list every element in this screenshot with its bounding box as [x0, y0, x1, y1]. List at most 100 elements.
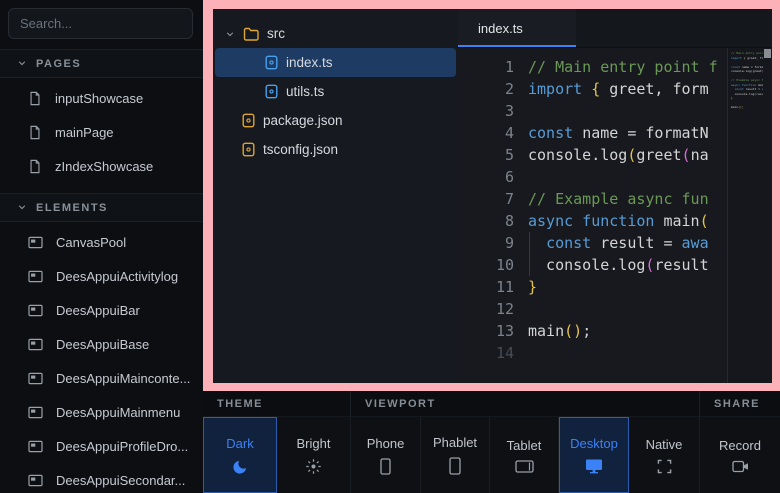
sidebar-item-deesappuiactivitylog[interactable]: DeesAppuiActivitylog [0, 259, 203, 293]
toolbar-header-row: THEMEVIEWPORTSHARE [203, 391, 780, 417]
preview-frame: srcindex.tsutils.tspackage.jsontsconfig.… [203, 0, 780, 391]
component-icon [28, 304, 43, 317]
native-button[interactable]: Native [629, 417, 700, 493]
fullscreen-icon [657, 459, 672, 474]
line-number: 6 [458, 166, 514, 188]
code-line: 10 console.log(result [458, 254, 727, 276]
bottom-toolbar: THEMEVIEWPORTSHARE DarkBrightPhonePhable… [203, 391, 780, 493]
tab-index-ts[interactable]: index.ts [458, 9, 576, 47]
code-file-icon [242, 113, 255, 128]
desktop-button[interactable]: Desktop [559, 417, 629, 493]
sidebar-item-label: DeesAppuiBase [56, 337, 149, 352]
sidebar-item-deesappuiprofiledro[interactable]: DeesAppuiProfileDro... [0, 429, 203, 463]
phone-icon [380, 458, 391, 475]
sidebar-item-inputshowcase[interactable]: inputShowcase [0, 81, 203, 115]
button-label: Phablet [433, 435, 477, 450]
section-label: ELEMENTS [36, 202, 108, 214]
sidebar-item-deesappuisecondar[interactable]: DeesAppuiSecondar... [0, 463, 203, 493]
file-label: package.json [263, 113, 343, 128]
file-row-index-ts[interactable]: index.ts [215, 48, 456, 77]
code-text: import { greet, form [528, 78, 727, 100]
sidebar-item-label: DeesAppuiSecondar... [56, 473, 185, 488]
file-row-package-json[interactable]: package.json [215, 106, 456, 135]
minimap[interactable]: // Main entry point fimport { greet, for… [727, 48, 763, 383]
chevron-down-icon [17, 55, 27, 73]
line-number: 12 [458, 298, 514, 320]
phablet-button[interactable]: Phablet [421, 417, 490, 493]
code-editor-demo: srcindex.tsutils.tspackage.jsontsconfig.… [213, 9, 772, 383]
code-area[interactable]: 1// Main entry point f2 import { greet, f… [458, 48, 727, 383]
file-row-tsconfig-json[interactable]: tsconfig.json [215, 135, 456, 164]
line-number: 7 [458, 188, 514, 210]
code-line: 2 import { greet, form [458, 78, 727, 100]
bright-button[interactable]: Bright [277, 417, 351, 493]
sidebar-item-mainpage[interactable]: mainPage [0, 115, 203, 149]
code-text: main(); [528, 320, 727, 342]
section-items: inputShowcase mainPage zIndexShowcase [0, 78, 203, 193]
editor-scrollbar[interactable] [763, 48, 772, 383]
file-row-utils-ts[interactable]: utils.ts [215, 77, 456, 106]
line-number: 2 [458, 78, 514, 100]
sidebar-item-label: DeesAppuiActivitylog [56, 269, 178, 284]
component-icon [28, 236, 43, 249]
sidebar-item-label: DeesAppuiProfileDro... [56, 439, 188, 454]
sidebar-item-deesappuimainmenu[interactable]: DeesAppuiMainmenu [0, 395, 203, 429]
indent-guide [529, 254, 530, 276]
code-text: // Main entry point f [528, 56, 727, 78]
page-icon [28, 159, 42, 174]
line-number: 11 [458, 276, 514, 298]
line-number: 8 [458, 210, 514, 232]
code-text: const name = formatN [528, 122, 727, 144]
sidebar-item-deesappuimainconte[interactable]: DeesAppuiMainconte... [0, 361, 203, 395]
component-icon [28, 406, 43, 419]
file-row-src[interactable]: src [215, 19, 456, 48]
component-icon [28, 474, 43, 487]
page-icon [28, 91, 42, 106]
moon-icon [232, 458, 249, 475]
tablet-button[interactable]: Tablet [490, 417, 559, 493]
editor-pane: index.ts 1// Main entry point f2 import {… [458, 9, 772, 383]
sidebar-item-zindexshowcase[interactable]: zIndexShowcase [0, 149, 203, 183]
toolbar-group-share: SHARE [700, 391, 780, 417]
record-button[interactable]: Record [700, 417, 780, 493]
code-file-icon [265, 84, 278, 99]
button-label: Desktop [570, 436, 618, 451]
line-number: 13 [458, 320, 514, 342]
sidebar: PAGES inputShowcase mainPage zIndexShowcase… [0, 0, 203, 493]
code-text [528, 100, 727, 122]
sidebar-item-deesappuibar[interactable]: DeesAppuiBar [0, 293, 203, 327]
toolbar-buttons-row: DarkBright Phone Phablet Tablet Desktop Nativ… [203, 417, 780, 493]
code-line: 11} [458, 276, 727, 298]
component-icon [28, 270, 43, 283]
sidebar-item-canvaspool[interactable]: CanvasPool [0, 225, 203, 259]
editor-body: 1// Main entry point f2 import { greet, f… [458, 48, 772, 383]
code-text: console.log(result [528, 254, 727, 276]
button-label: Phone [367, 436, 405, 451]
toolbar-group-label: VIEWPORT [365, 398, 436, 410]
section-header-elements[interactable]: ELEMENTS [0, 193, 203, 222]
button-label: Tablet [507, 438, 542, 453]
code-line: 14 [458, 342, 727, 364]
code-text [528, 166, 727, 188]
code-text: } [528, 276, 727, 298]
toolbar-group-label: SHARE [714, 398, 760, 410]
chevron-down-icon [225, 29, 235, 39]
search-input[interactable] [8, 8, 193, 39]
code-line: 13 main(); [458, 320, 727, 342]
component-icon [28, 440, 43, 453]
page-icon [28, 125, 42, 140]
section-header-pages[interactable]: PAGES [0, 49, 203, 78]
scrollbar-thumb[interactable] [764, 49, 771, 58]
file-explorer: src index.ts utils.ts package.json tsconfig.… [213, 9, 458, 383]
dark-button[interactable]: Dark [203, 417, 277, 493]
sidebar-item-label: mainPage [55, 125, 114, 140]
app-root: PAGES inputShowcase mainPage zIndexShowcase… [0, 0, 780, 493]
chevron-down-icon [17, 199, 27, 217]
code-line: 1// Main entry point f [458, 56, 727, 78]
file-label: index.ts [286, 55, 333, 70]
code-file-icon [242, 142, 255, 157]
sidebar-item-deesappuibase[interactable]: DeesAppuiBase [0, 327, 203, 361]
phone-button[interactable]: Phone [351, 417, 421, 493]
line-number: 5 [458, 144, 514, 166]
code-text: console.log(greet(na [528, 144, 727, 166]
